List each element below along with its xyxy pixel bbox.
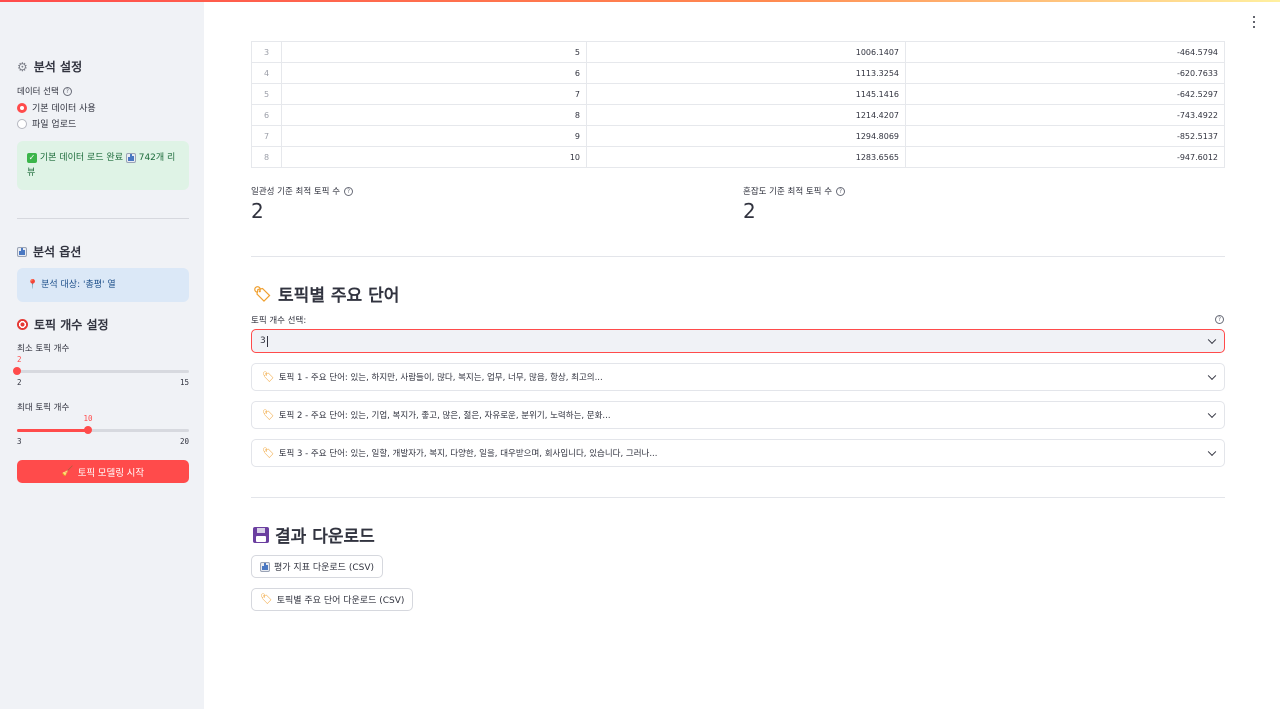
table-row: 3 5 1006.1407 -464.5794 — [251, 42, 1225, 63]
table-cell: -464.5794 — [906, 42, 1225, 62]
tag-icon: 🏷 — [262, 371, 275, 383]
evaluation-table: 3 5 1006.1407 -464.5794 4 6 1113.3254 -620.7633… — [251, 41, 1225, 168]
slider-track[interactable] — [17, 370, 189, 373]
download-metrics-button[interactable]: 평가 지표 다운로드 (CSV) — [251, 555, 383, 578]
radio-unselected-icon[interactable] — [17, 118, 27, 129]
floppy-disk-icon — [253, 526, 269, 543]
slider-value: 2 — [17, 355, 22, 364]
chevron-down-icon[interactable] — [1207, 447, 1217, 457]
table-row-index: 4 — [251, 63, 282, 83]
slider-thumb[interactable] — [13, 367, 21, 375]
slider-fill — [17, 429, 88, 432]
coherence-metric-value: 2 — [251, 199, 264, 223]
table-row-index: 7 — [251, 126, 282, 146]
target-icon — [17, 319, 28, 330]
tag-icon: 🏷 — [253, 284, 273, 303]
topic-count-title: 토픽 개수 설정 — [17, 316, 109, 333]
chevron-down-icon[interactable] — [1207, 409, 1217, 419]
help-icon[interactable]: ? — [62, 86, 72, 96]
max-topic-label: 최대 토픽 개수 — [17, 403, 70, 413]
tag-icon: 🏷 — [260, 594, 273, 605]
topic-expander-1[interactable]: 🏷 토픽 1 - 주요 단어: 있는, 하지만, 사람들이, 많다, 복지는, … — [251, 363, 1225, 391]
table-cell: 6 — [282, 63, 587, 83]
table-cell: 1145.1416 — [587, 84, 906, 104]
help-icon[interactable]: ? — [1215, 315, 1224, 324]
topic-expander-2[interactable]: 🏷 토픽 2 - 주요 단어: 있는, 기업, 복지가, 좋고, 많은, 젊은,… — [251, 401, 1225, 429]
download-section-title: 결과 다운로드 — [253, 522, 375, 547]
radio-selected-icon[interactable] — [17, 102, 27, 113]
table-cell: -852.5137 — [906, 126, 1225, 146]
topic-count-select[interactable]: 3 — [251, 329, 1225, 353]
bar-chart-icon — [125, 152, 136, 163]
table-cell: 10 — [282, 147, 587, 167]
table-row-index: 8 — [251, 147, 282, 167]
table-cell: -620.7633 — [906, 63, 1225, 83]
min-topic-slider[interactable]: 2 2 15 — [13, 355, 189, 388]
table-row-index: 3 — [251, 42, 282, 62]
table-row-index: 6 — [251, 105, 282, 125]
table-row: 5 7 1145.1416 -642.5297 — [251, 84, 1225, 105]
chevron-down-icon[interactable] — [1207, 371, 1217, 381]
tag-icon: 🏷 — [262, 447, 275, 459]
table-row: 4 6 1113.3254 -620.7633 — [251, 63, 1225, 84]
table-row: 8 10 1283.6565 -947.6012 — [251, 147, 1225, 168]
topics-section-title: 🏷 토픽별 주요 단어 — [253, 284, 400, 307]
settings-title: ⚙ 분석 설정 — [17, 59, 83, 75]
slider-max: 15 — [179, 378, 189, 387]
bar-chart-icon — [17, 246, 27, 257]
broom-icon: 🧹 — [61, 466, 74, 477]
slider-min: 2 — [17, 378, 22, 387]
table-cell: -947.6012 — [906, 147, 1225, 167]
slider-value: 10 — [83, 414, 93, 423]
gear-icon: ⚙ — [17, 59, 28, 74]
perplexity-metric-label: 혼잡도 기준 최적 토픽 수 ? — [743, 185, 846, 197]
data-loaded-alert: ✓ 기본 데이터 로드 완료 742개 리뷰 — [17, 141, 189, 190]
topic-count-select-label: 토픽 개수 선택: — [251, 316, 307, 326]
table-cell: 1006.1407 — [587, 42, 906, 62]
analysis-target-alert: 📍 분석 대상: '총평' 열 — [17, 268, 189, 302]
table-cell: 9 — [282, 126, 587, 146]
data-select-label: 데이터 선택 ? — [17, 85, 72, 97]
help-icon[interactable]: ? — [836, 186, 846, 196]
section-divider — [251, 497, 1225, 498]
radio-file-upload[interactable]: 파일 업로드 — [17, 117, 76, 130]
options-title: 분석 옵션 — [17, 243, 81, 260]
table-row: 6 8 1214.4207 -743.4922 — [251, 105, 1225, 126]
bar-chart-icon — [260, 561, 270, 572]
topic-expander-3[interactable]: 🏷 토픽 3 - 주요 단어: 있는, 일할, 개발자가, 복지, 다양한, 일… — [251, 439, 1225, 467]
table-cell: -642.5297 — [906, 84, 1225, 104]
main-menu-icon[interactable] — [1251, 16, 1257, 28]
perplexity-metric-value: 2 — [743, 199, 756, 223]
min-topic-label: 최소 토픽 개수 — [17, 344, 70, 354]
radio-default-data[interactable]: 기본 데이터 사용 — [17, 101, 96, 114]
table-cell: 5 — [282, 42, 587, 62]
table-cell: 1283.6565 — [587, 147, 906, 167]
table-cell: 8 — [282, 105, 587, 125]
slider-min: 3 — [17, 437, 22, 446]
sidebar-divider — [17, 218, 189, 219]
table-cell: 7 — [282, 84, 587, 104]
text-caret — [266, 335, 268, 347]
table-cell: 1113.3254 — [587, 63, 906, 83]
max-topic-slider[interactable]: 10 3 20 — [17, 414, 189, 447]
slider-max: 20 — [179, 437, 189, 446]
pin-icon: 📍 — [27, 280, 39, 290]
coherence-metric-label: 일관성 기준 최적 토픽 수 ? — [251, 185, 354, 197]
table-cell: -743.4922 — [906, 105, 1225, 125]
sidebar: ⚙ 분석 설정 데이터 선택 ? 기본 데이터 사용 파일 업로드 ✓ 기본 데… — [0, 2, 204, 709]
download-topic-words-button[interactable]: 🏷 토픽별 주요 단어 다운로드 (CSV) — [251, 588, 414, 611]
tag-icon: 🏷 — [262, 409, 275, 421]
section-divider — [251, 256, 1225, 257]
table-cell: 1214.4207 — [587, 105, 906, 125]
table-row: 7 9 1294.8069 -852.5137 — [251, 126, 1225, 147]
check-icon: ✓ — [27, 152, 37, 163]
table-cell: 1294.8069 — [587, 126, 906, 146]
chevron-down-icon[interactable] — [1207, 335, 1217, 345]
slider-thumb[interactable] — [84, 426, 92, 434]
table-row-index: 5 — [251, 84, 282, 104]
start-modeling-button[interactable]: 🧹 토픽 모델링 시작 — [17, 460, 189, 483]
help-icon[interactable]: ? — [344, 186, 354, 196]
